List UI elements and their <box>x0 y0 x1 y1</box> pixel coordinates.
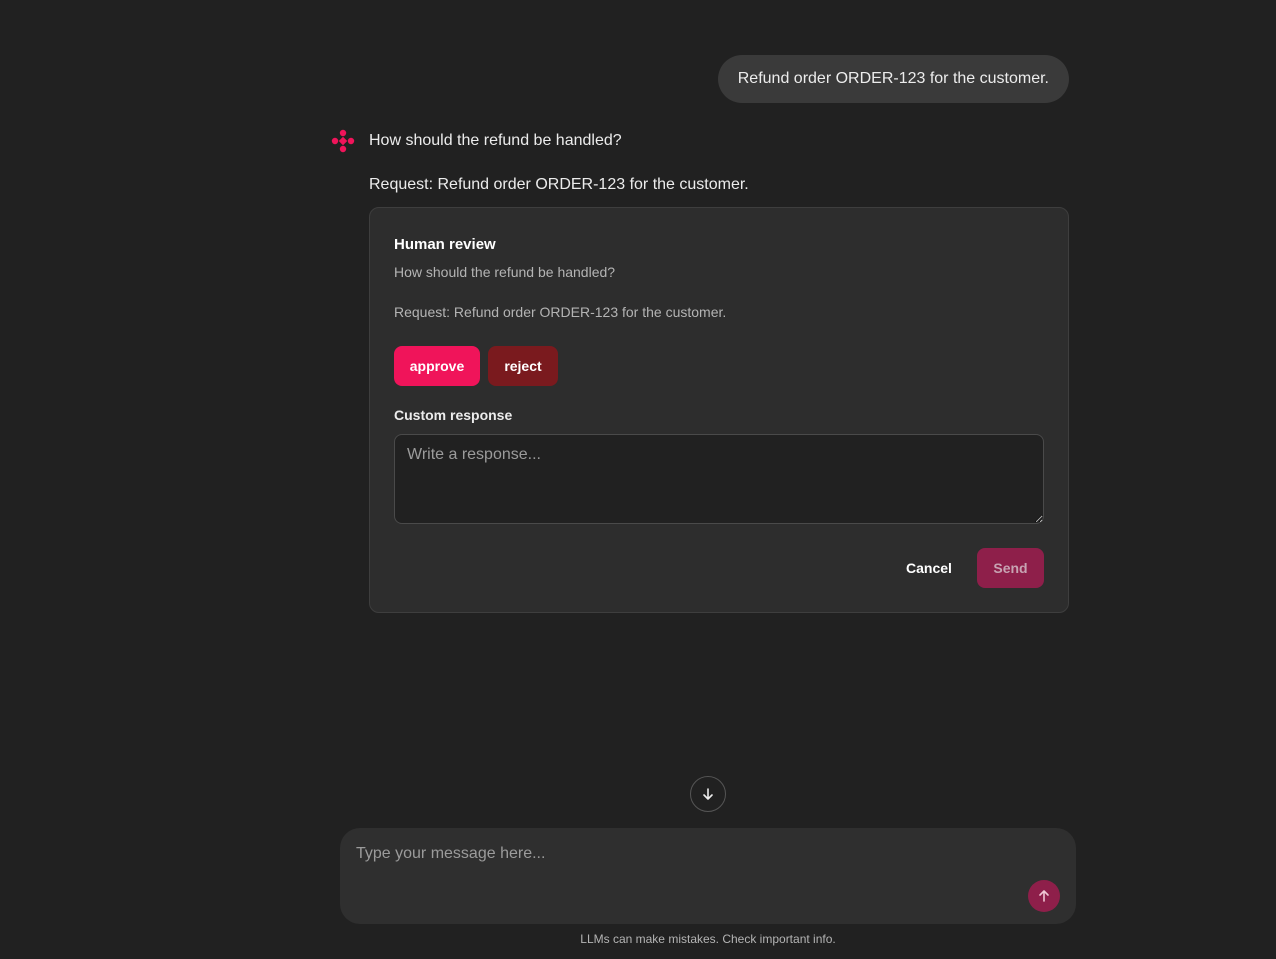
chat-page: Refund order ORDER-123 for the customer.… <box>0 0 1276 959</box>
review-title: Human review <box>394 236 496 253</box>
custom-response-label: Custom response <box>394 407 513 423</box>
custom-response-input[interactable] <box>394 434 1044 524</box>
user-message-text: Refund order ORDER-123 for the customer. <box>737 70 1049 87</box>
composer-send-button[interactable] <box>1028 880 1060 912</box>
message-composer <box>340 828 1076 924</box>
disclaimer-text: LLMs can make mistakes. Check important … <box>580 932 836 946</box>
approve-button[interactable]: approve <box>394 346 480 386</box>
arrow-up-icon <box>1039 890 1049 902</box>
assistant-logo-icon <box>331 129 355 153</box>
arrow-down-icon <box>703 788 713 800</box>
message-input[interactable] <box>356 842 1016 866</box>
review-request: Request: Refund order ORDER-123 for the … <box>394 304 727 320</box>
reject-button[interactable]: reject <box>488 346 558 386</box>
cancel-button[interactable]: Cancel <box>898 548 960 588</box>
assistant-request: Request: Refund order ORDER-123 for the … <box>369 176 749 193</box>
scroll-to-bottom-button[interactable] <box>690 776 726 812</box>
user-message-bubble: Refund order ORDER-123 for the customer. <box>717 55 1069 103</box>
review-question: How should the refund be handled? <box>394 264 616 280</box>
human-review-card: Human review How should the refund be ha… <box>369 207 1069 613</box>
send-button[interactable]: Send <box>977 548 1044 588</box>
assistant-question: How should the refund be handled? <box>369 132 622 149</box>
